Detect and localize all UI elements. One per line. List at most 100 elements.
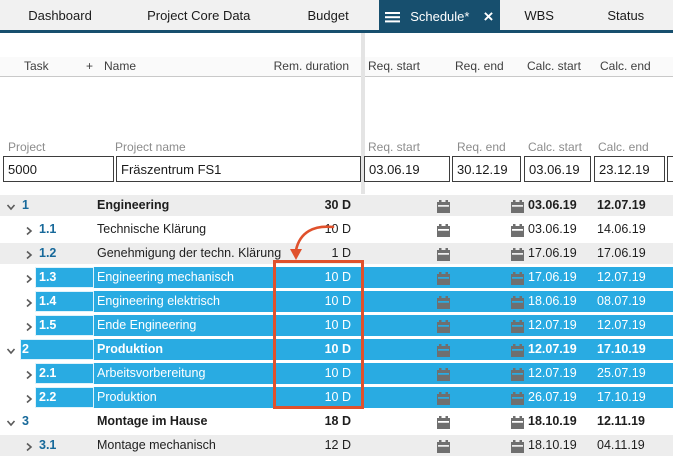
- rem-duration-cell[interactable]: 10 D: [260, 363, 351, 384]
- tab-dashboard[interactable]: Dashboard: [0, 0, 120, 30]
- rem-duration-cell[interactable]: 12 D: [260, 435, 351, 456]
- project-extra-field[interactable]: [667, 156, 673, 182]
- calc-end-cell[interactable]: 17.06.19: [597, 243, 646, 264]
- column-header-name[interactable]: Name: [104, 57, 136, 76]
- calendar-icon[interactable]: [437, 223, 450, 236]
- task-row-1[interactable]: 1 Engineering 30 D 03.06.19 12.07.19: [0, 195, 673, 216]
- task-row-3[interactable]: 3Montage im Hause18 D18.10.1912.11.19: [0, 411, 673, 432]
- task-name-cell[interactable]: Ende Engineering: [97, 315, 196, 336]
- rem-duration-cell[interactable]: 30 D: [260, 195, 351, 216]
- task-name-cell[interactable]: Arbeitsvorbereitung: [97, 363, 205, 384]
- column-header-task[interactable]: Task: [24, 57, 49, 76]
- task-name-cell[interactable]: Montage mechanisch: [97, 435, 216, 456]
- calc-end-cell[interactable]: 25.07.19: [597, 363, 646, 384]
- task-number-cell[interactable]: 3.1: [39, 435, 56, 456]
- calc-end-cell[interactable]: 12.07.19: [597, 195, 646, 216]
- calendar-icon[interactable]: [511, 415, 524, 428]
- calc-start-cell[interactable]: 12.07.19: [528, 339, 577, 360]
- calendar-icon[interactable]: [511, 271, 524, 284]
- calc-end-cell[interactable]: 12.11.19: [597, 411, 645, 432]
- calendar-icon[interactable]: [511, 199, 524, 212]
- chevron-down-icon[interactable]: [5, 415, 17, 427]
- task-number-cell[interactable]: 1.1: [39, 219, 56, 240]
- calc-start-cell[interactable]: 03.06.19: [528, 219, 577, 240]
- calendar-icon[interactable]: [437, 271, 450, 284]
- calendar-icon[interactable]: [511, 319, 524, 332]
- calendar-icon[interactable]: [437, 319, 450, 332]
- calc-end-cell[interactable]: 12.07.19: [597, 315, 646, 336]
- calc-end-cell[interactable]: 04.11.19: [597, 435, 645, 456]
- task-name-cell[interactable]: Produktion: [97, 339, 163, 360]
- calc-end-cell[interactable]: 08.07.19: [597, 291, 646, 312]
- task-row-2.2[interactable]: 2.2Produktion10 D26.07.1917.10.19: [0, 387, 673, 408]
- project-id-field[interactable]: [3, 156, 114, 182]
- task-number-cell[interactable]: 2: [22, 339, 29, 360]
- chevron-down-icon[interactable]: [5, 343, 17, 355]
- column-header-calc-end[interactable]: Calc. end: [600, 57, 651, 76]
- calc-start-cell[interactable]: 18.10.19: [528, 435, 577, 456]
- task-name-cell[interactable]: Technische Klärung: [97, 219, 206, 240]
- rem-duration-cell[interactable]: 10 D: [260, 267, 351, 288]
- task-name-cell[interactable]: Engineering elektrisch: [97, 291, 220, 312]
- project-req-end-field[interactable]: [452, 156, 521, 182]
- calendar-icon[interactable]: [437, 199, 450, 212]
- calendar-icon[interactable]: [437, 391, 450, 404]
- tab-status[interactable]: Status: [579, 0, 673, 30]
- calendar-icon[interactable]: [511, 223, 524, 236]
- calc-start-cell[interactable]: 17.06.19: [528, 267, 577, 288]
- task-row-3.1[interactable]: 3.1 Montage mechanisch 12 D 18.10.19 04.11.1…: [0, 435, 673, 456]
- calc-start-cell[interactable]: 26.07.19: [528, 387, 577, 408]
- calendar-icon[interactable]: [437, 343, 450, 356]
- calendar-icon[interactable]: [437, 247, 450, 260]
- add-icon[interactable]: +: [86, 57, 93, 76]
- calc-start-cell[interactable]: 17.06.19: [528, 243, 577, 264]
- calc-end-cell[interactable]: 14.06.19: [597, 219, 646, 240]
- calendar-icon[interactable]: [437, 367, 450, 380]
- task-name-cell[interactable]: Engineering: [97, 195, 169, 216]
- tab-wbs[interactable]: WBS: [500, 0, 579, 30]
- task-number-cell[interactable]: 1: [22, 195, 29, 216]
- calendar-icon[interactable]: [511, 367, 524, 380]
- calendar-icon[interactable]: [511, 247, 524, 260]
- task-row-1.4[interactable]: 1.4Engineering elektrisch10 D18.06.1908.…: [0, 291, 673, 312]
- calc-end-cell[interactable]: 17.10.19: [597, 339, 646, 360]
- tab-budget[interactable]: Budget: [277, 0, 378, 30]
- chevron-right-icon[interactable]: [23, 319, 35, 331]
- calendar-icon[interactable]: [437, 295, 450, 308]
- calc-start-cell[interactable]: 18.10.19: [528, 411, 577, 432]
- project-name-field[interactable]: [116, 156, 361, 182]
- tab-schedule[interactable]: Schedule*×: [379, 0, 500, 33]
- task-number-cell[interactable]: 1.3: [39, 267, 56, 288]
- tab-project-core-data[interactable]: Project Core Data: [120, 0, 277, 30]
- task-row-1.2[interactable]: 1.2 Genehmigung der techn. Klärung1 D 17.0…: [0, 243, 673, 264]
- column-header-rem-duration[interactable]: Rem. duration: [200, 57, 349, 76]
- task-row-1.1[interactable]: 1.1 Technische Klärung 10 D 03.06.19 14.06.1…: [0, 219, 673, 240]
- calc-start-cell[interactable]: 03.06.19: [528, 195, 577, 216]
- task-name-cell[interactable]: Genehmigung der techn. Klärung: [97, 243, 281, 264]
- calendar-icon[interactable]: [437, 415, 450, 428]
- task-row-2.1[interactable]: 2.1Arbeitsvorbereitung10 D12.07.1925.07.…: [0, 363, 673, 384]
- task-row-1.3[interactable]: 1.3Engineering mechanisch10 D17.06.1912.…: [0, 267, 673, 288]
- rem-duration-cell[interactable]: 10 D: [260, 387, 351, 408]
- task-number-cell[interactable]: 1.5: [39, 315, 56, 336]
- project-calc-end-field[interactable]: [594, 156, 665, 182]
- calc-start-cell[interactable]: 12.07.19: [528, 363, 577, 384]
- chevron-right-icon[interactable]: [23, 295, 35, 307]
- task-row-1.5[interactable]: 1.5Ende Engineering10 D12.07.1912.07.19: [0, 315, 673, 336]
- task-number-cell[interactable]: 1.2: [39, 243, 56, 264]
- calc-start-cell[interactable]: 18.06.19: [528, 291, 577, 312]
- column-header-calc-start[interactable]: Calc. start: [527, 57, 581, 76]
- calc-start-cell[interactable]: 12.07.19: [528, 315, 577, 336]
- task-name-cell[interactable]: Engineering mechanisch: [97, 267, 234, 288]
- close-icon[interactable]: ×: [483, 8, 493, 25]
- calendar-icon[interactable]: [511, 439, 524, 452]
- chevron-right-icon[interactable]: [23, 271, 35, 283]
- chevron-right-icon[interactable]: [23, 367, 35, 379]
- task-row-2[interactable]: 2Produktion10 D12.07.1917.10.19: [0, 339, 673, 360]
- rem-duration-cell[interactable]: 10 D: [260, 219, 351, 240]
- chevron-right-icon[interactable]: [23, 439, 35, 451]
- calc-end-cell[interactable]: 17.10.19: [597, 387, 646, 408]
- chevron-down-icon[interactable]: [5, 199, 17, 211]
- chevron-right-icon[interactable]: [23, 391, 35, 403]
- rem-duration-cell[interactable]: 1 D: [260, 243, 351, 264]
